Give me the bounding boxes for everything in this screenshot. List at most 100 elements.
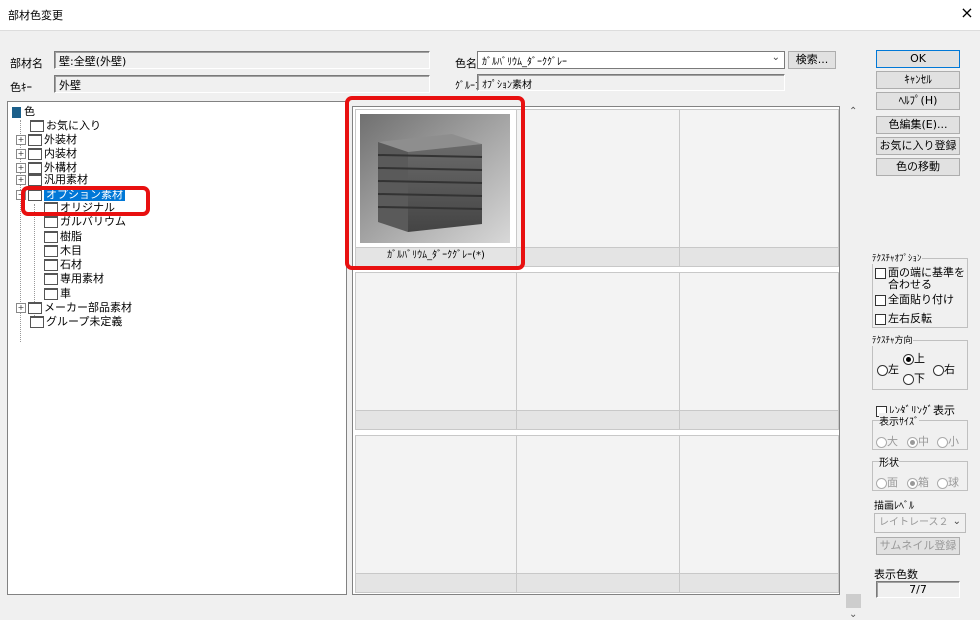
- cancel-button[interactable]: ｷｬﾝｾﾙ: [876, 71, 960, 89]
- shape-plane-radio[interactable]: 面: [876, 474, 898, 490]
- title-bar: 部材色変更 ×: [0, 0, 980, 31]
- color-tile-label: [355, 410, 517, 430]
- color-tile[interactable]: [679, 272, 839, 411]
- color-tile[interactable]: [516, 435, 680, 574]
- color-tile-label: [679, 573, 839, 593]
- direction-up-radio[interactable]: 上: [903, 350, 925, 366]
- folder-icon: [44, 259, 58, 271]
- folder-icon: [30, 316, 44, 328]
- color-tile[interactable]: [516, 109, 680, 248]
- full-paste-checkbox[interactable]: 全面貼り付け: [875, 291, 954, 307]
- color-name-select[interactable]: ｶﾞﾙﾊﾞﾘｳﾑ_ﾀﾞｰｸｸﾞﾚｰ ⌄: [477, 51, 785, 69]
- grid-scrollbar[interactable]: ⌃ ⌄: [845, 106, 862, 620]
- color-key-label: 色ｷｰ: [10, 81, 32, 94]
- size-small-radio[interactable]: 小: [937, 433, 959, 449]
- folder-icon: [44, 216, 58, 228]
- color-tile[interactable]: [679, 435, 839, 574]
- color-tile[interactable]: [355, 272, 517, 411]
- help-button[interactable]: ﾍﾙﾌﾟ(H): [876, 92, 960, 110]
- ok-button[interactable]: OK: [876, 50, 960, 68]
- display-size-group: 表示ｻｲｽﾞ 大 中 小: [872, 413, 968, 450]
- expand-icon[interactable]: +: [16, 135, 26, 145]
- highlight-annotation: [21, 186, 150, 216]
- part-name-field: 壁:全壁(外壁): [54, 51, 430, 69]
- tree-item-interior[interactable]: + 内装材: [16, 147, 77, 161]
- search-button[interactable]: 検索...: [788, 51, 836, 69]
- folder-icon: [44, 273, 58, 285]
- color-tile-label: [355, 573, 517, 593]
- color-tile-label: [516, 410, 680, 430]
- tree-item-car[interactable]: 車: [44, 287, 71, 301]
- align-edge-checkbox[interactable]: 面の端に基準を 合わせる: [875, 267, 965, 290]
- expand-icon[interactable]: +: [16, 163, 26, 173]
- color-count-value: 7/7: [876, 581, 960, 598]
- scroll-up-icon[interactable]: ⌃: [849, 106, 857, 117]
- favorite-register-button[interactable]: お気に入り登録: [876, 137, 960, 155]
- move-color-button[interactable]: 色の移動: [876, 158, 960, 176]
- window-title: 部材色変更: [8, 9, 63, 22]
- thumbnail-register-button[interactable]: サムネイル登録: [876, 537, 960, 555]
- chevron-down-icon: ⌄: [952, 516, 961, 527]
- tree-item-undefined-group[interactable]: グループ未定義: [30, 315, 122, 329]
- color-tile-label: [679, 410, 839, 430]
- folder-icon: [28, 134, 42, 146]
- tree-item-exterior[interactable]: + 外装材: [16, 133, 77, 147]
- display-size-label: 表示ｻｲｽﾞ: [879, 413, 919, 428]
- chevron-down-icon: ⌄: [771, 52, 780, 63]
- shape-group: 形状 面 箱 球: [872, 454, 968, 491]
- edit-color-button[interactable]: 色編集(E)...: [876, 116, 960, 134]
- expand-icon[interactable]: +: [16, 303, 26, 313]
- texture-options-group: ﾃｸｽﾁｬｵﾌﾟｼｮﾝ 面の端に基準を 合わせる 全面貼り付け 左右反転: [872, 251, 968, 328]
- tree-item-wood[interactable]: 木目: [44, 244, 82, 258]
- texture-direction-group: ﾃｸｽﾁｬ方向 左 上 下 右: [872, 333, 968, 390]
- color-tile-label: [679, 247, 839, 267]
- scroll-thumb[interactable]: [846, 594, 861, 608]
- tree-item-maker-parts[interactable]: + メーカー部品素材: [16, 301, 132, 315]
- shape-sphere-radio[interactable]: 球: [937, 474, 959, 490]
- tree-item-root[interactable]: 色: [12, 105, 35, 119]
- render-level-select[interactable]: レイトレース２ ⌄: [874, 513, 966, 533]
- folder-icon: [28, 148, 42, 160]
- color-name-value: ｶﾞﾙﾊﾞﾘｳﾑ_ﾀﾞｰｸｸﾞﾚｰ: [482, 57, 567, 68]
- direction-down-radio[interactable]: 下: [903, 370, 925, 386]
- tree-item-dedicated[interactable]: 専用素材: [44, 272, 104, 286]
- flip-lr-checkbox[interactable]: 左右反転: [875, 310, 932, 326]
- color-count-label: 表示色数: [874, 568, 918, 581]
- folder-icon: [28, 302, 42, 314]
- direction-left-radio[interactable]: 左: [877, 361, 899, 377]
- color-name-label: 色名: [455, 57, 477, 70]
- folder-icon: [44, 288, 58, 300]
- color-key-field: 外壁: [54, 75, 430, 93]
- tree-item-favorites[interactable]: お気に入り: [30, 119, 101, 133]
- color-tile[interactable]: [516, 272, 680, 411]
- color-book-icon: [12, 106, 21, 118]
- folder-icon: [44, 231, 58, 243]
- highlight-annotation: [345, 96, 525, 270]
- folder-icon: [30, 120, 44, 132]
- texture-direction-label: ﾃｸｽﾁｬ方向: [872, 333, 913, 346]
- render-level-label: 描画ﾚﾍﾞﾙ: [874, 501, 914, 512]
- shape-box-radio[interactable]: 箱: [907, 474, 929, 490]
- group-field: ｵﾌﾟｼｮﾝ素材: [477, 74, 785, 91]
- close-icon[interactable]: ×: [956, 3, 978, 25]
- size-large-radio[interactable]: 大: [876, 433, 898, 449]
- color-tile[interactable]: [679, 109, 839, 248]
- size-medium-radio[interactable]: 中: [907, 433, 929, 449]
- direction-right-radio[interactable]: 右: [933, 361, 955, 377]
- color-tile-label: [516, 573, 680, 593]
- part-name-label: 部材名: [10, 57, 43, 70]
- texture-options-label: ﾃｸｽﾁｬｵﾌﾟｼｮﾝ: [872, 251, 922, 264]
- expand-icon[interactable]: +: [16, 175, 26, 185]
- color-tree[interactable]: 色 お気に入り + 外装材 + 内装材 + 外構材 + 汎用素材 − オプション素材 オリ…: [7, 101, 347, 595]
- scroll-down-icon[interactable]: ⌄: [849, 609, 857, 620]
- tree-item-galvalume[interactable]: ガルバリウム: [44, 215, 126, 229]
- color-tile-label: [516, 247, 680, 267]
- tree-item-generic[interactable]: + 汎用素材: [16, 173, 88, 187]
- shape-label: 形状: [879, 454, 899, 469]
- folder-icon: [44, 245, 58, 257]
- expand-icon[interactable]: +: [16, 149, 26, 159]
- folder-icon: [28, 174, 42, 186]
- tree-item-stone[interactable]: 石材: [44, 258, 82, 272]
- tree-item-resin[interactable]: 樹脂: [44, 230, 82, 244]
- color-tile[interactable]: [355, 435, 517, 574]
